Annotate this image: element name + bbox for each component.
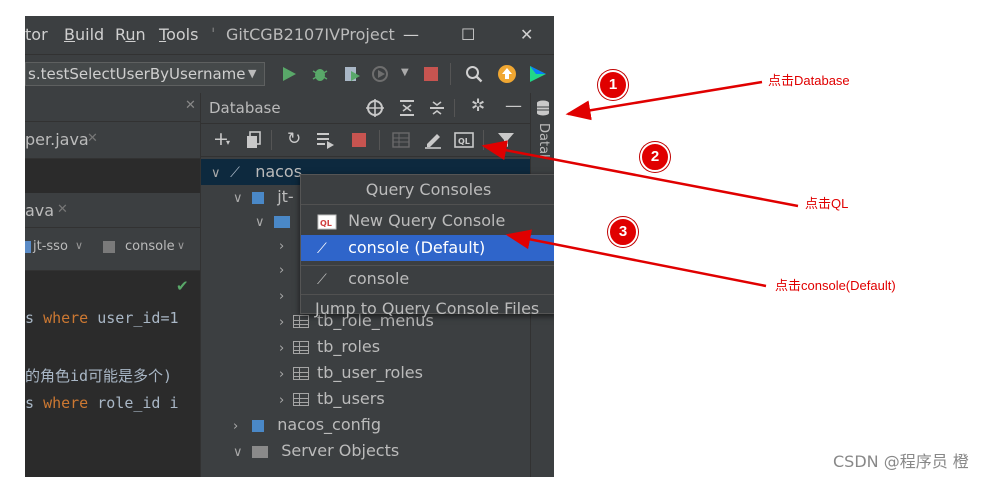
annotation-arrow-3 <box>505 229 767 288</box>
step-badge-3: 3 <box>608 217 638 247</box>
watermark: CSDN @程序员 橙 <box>833 452 969 471</box>
annotation-note-2: 点击QL <box>805 196 849 211</box>
step-badge-1: 1 <box>598 70 628 100</box>
annotation-note-3: 点击console(Default) <box>775 278 896 293</box>
annotation-arrow-1 <box>565 80 763 121</box>
step-badge-2: 2 <box>640 142 670 172</box>
annotation-note-1: 点击Database <box>768 73 850 88</box>
annotation-layer <box>481 80 799 288</box>
